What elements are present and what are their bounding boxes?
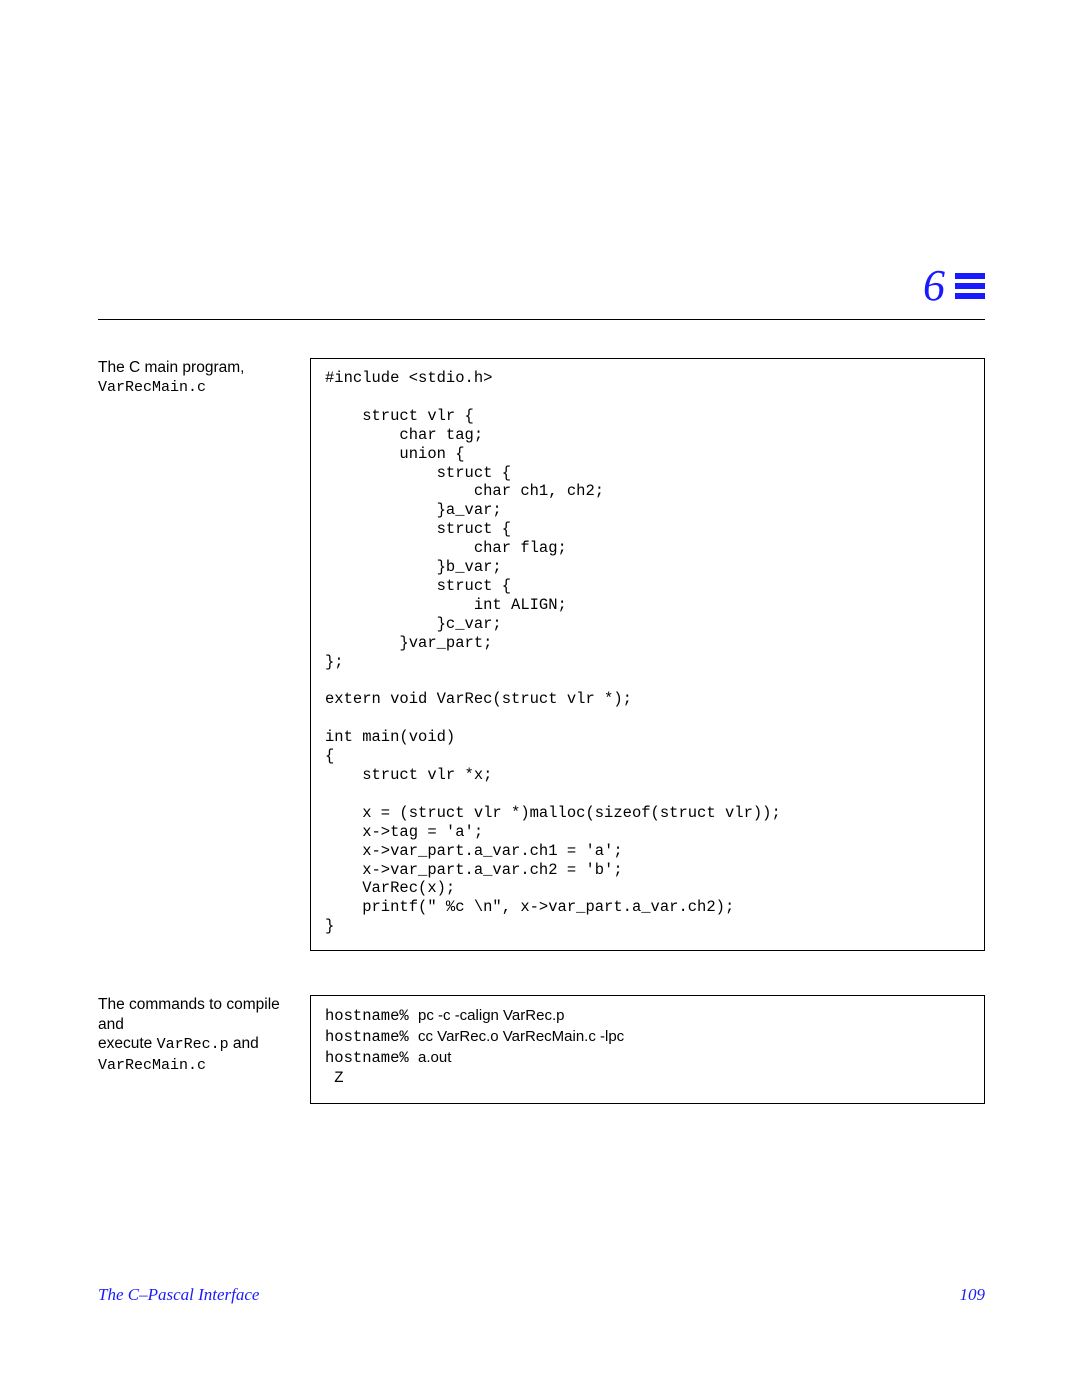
prompt: hostname%: [325, 1007, 418, 1025]
chapter-row: 6: [98, 260, 985, 317]
content-area: The C main program, VarRecMain.c #includ…: [98, 358, 985, 1148]
command-text: cc VarRec.o VarRecMain.c -lpc: [418, 1028, 624, 1045]
command-output: Z: [325, 1069, 970, 1089]
code-box: #include <stdio.h> struct vlr { char tag…: [310, 358, 985, 951]
footer-title: The C–Pascal Interface: [98, 1285, 259, 1305]
chapter-header: 6: [98, 260, 985, 320]
desc-filename: VarRecMain.c: [98, 379, 206, 396]
footer-page-number: 109: [960, 1285, 986, 1305]
page: 6 The C main program, VarRecMain.c #incl…: [0, 0, 1080, 1397]
desc-text: The C main program,: [98, 359, 244, 376]
code-description: The C main program, VarRecMain.c: [98, 358, 310, 398]
code-listing: #include <stdio.h> struct vlr { char tag…: [325, 369, 970, 936]
command-text: a.out: [418, 1049, 451, 1066]
command-box: hostname% pc -c -calign VarRec.p hostnam…: [310, 995, 985, 1103]
command-line: hostname% pc -c -calign VarRec.p: [325, 1006, 970, 1027]
desc-text: The commands to compile and: [98, 996, 280, 1032]
code-block-row: The C main program, VarRecMain.c #includ…: [98, 358, 985, 951]
desc-text: and: [229, 1035, 259, 1052]
command-description: The commands to compile and execute VarR…: [98, 995, 310, 1075]
command-line: hostname% a.out: [325, 1048, 970, 1069]
desc-text: execute: [98, 1035, 157, 1052]
command-text: pc -c -calign VarRec.p: [418, 1007, 564, 1024]
prompt: hostname%: [325, 1028, 418, 1046]
chapter-number: 6: [923, 260, 945, 311]
desc-filename: VarRec.p: [157, 1036, 229, 1053]
menu-bars-icon: [955, 271, 985, 301]
header-rule: [98, 319, 985, 320]
page-footer: The C–Pascal Interface 109: [98, 1285, 985, 1305]
command-block-row: The commands to compile and execute VarR…: [98, 995, 985, 1103]
prompt: hostname%: [325, 1049, 418, 1067]
command-line: hostname% cc VarRec.o VarRecMain.c -lpc: [325, 1027, 970, 1048]
desc-filename: VarRecMain.c: [98, 1057, 206, 1074]
